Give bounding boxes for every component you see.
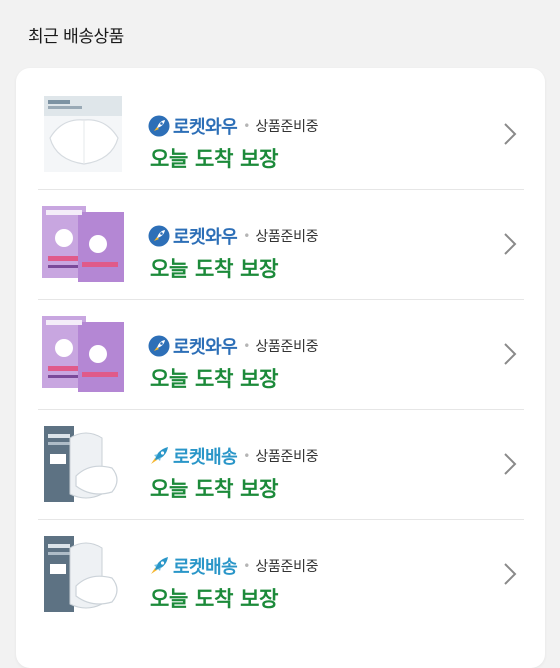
- chevron-right-icon[interactable]: [502, 231, 518, 257]
- rocket-wow-icon: [148, 225, 170, 247]
- rocket-delivery-icon: [151, 447, 168, 464]
- product-thumbnail: [42, 316, 124, 392]
- rocket-wow-icon: [148, 115, 170, 137]
- delivery-badge: 로켓배송 • 상품준비중: [148, 444, 319, 468]
- chevron-right-icon[interactable]: [502, 451, 518, 477]
- rocket-delivery-icon: [151, 557, 168, 574]
- badge-label: 로켓와우: [173, 337, 238, 357]
- delivery-item[interactable]: 로켓배송 • 상품준비중 오늘 도착 보장: [38, 520, 524, 630]
- separator-dot: •: [243, 449, 251, 463]
- delivery-item[interactable]: 로켓배송 • 상품준비중 오늘 도착 보장: [38, 410, 524, 520]
- delivery-item[interactable]: 로켓와우 • 상품준비중 오늘 도착 보장: [38, 80, 524, 190]
- delivery-badge: 로켓와우 • 상품준비중: [148, 334, 319, 358]
- status-text: 상품준비중: [255, 339, 319, 355]
- status-text: 상품준비중: [255, 119, 319, 135]
- delivery-badge: 로켓배송 • 상품준비중: [148, 554, 319, 578]
- status-text: 상품준비중: [255, 449, 319, 465]
- product-thumbnail: [44, 536, 118, 612]
- delivery-guarantee: 오늘 도착 보장: [150, 147, 279, 171]
- delivery-badge: 로켓와우 • 상품준비중: [148, 224, 319, 248]
- separator-dot: •: [243, 119, 251, 133]
- delivery-item[interactable]: 로켓와우 • 상품준비중 오늘 도착 보장: [38, 190, 524, 300]
- chevron-right-icon[interactable]: [502, 341, 518, 367]
- delivery-guarantee: 오늘 도착 보장: [150, 477, 279, 501]
- product-thumbnail: [44, 96, 122, 172]
- section-title: 최근 배송상품: [28, 27, 124, 47]
- rocket-wow-icon: [148, 335, 170, 357]
- chevron-right-icon[interactable]: [502, 561, 518, 587]
- separator-dot: •: [243, 339, 251, 353]
- delivery-badge: 로켓와우 • 상품준비중: [148, 114, 319, 138]
- chevron-right-icon[interactable]: [502, 121, 518, 147]
- separator-dot: •: [243, 229, 251, 243]
- recent-delivery-list: 로켓와우 • 상품준비중 오늘 도착 보장 로켓와우 • 상품준비중 오늘 도착…: [16, 68, 545, 668]
- badge-label: 로켓배송: [173, 557, 238, 577]
- badge-label: 로켓배송: [173, 447, 238, 467]
- badge-label: 로켓와우: [173, 227, 238, 247]
- badge-label: 로켓와우: [173, 117, 238, 137]
- delivery-item[interactable]: 로켓와우 • 상품준비중 오늘 도착 보장: [38, 300, 524, 410]
- separator-dot: •: [243, 559, 251, 573]
- delivery-guarantee: 오늘 도착 보장: [150, 367, 279, 391]
- product-thumbnail: [44, 426, 118, 502]
- delivery-guarantee: 오늘 도착 보장: [150, 587, 279, 611]
- product-thumbnail: [42, 206, 124, 282]
- status-text: 상품준비중: [255, 229, 319, 245]
- status-text: 상품준비중: [255, 559, 319, 575]
- delivery-guarantee: 오늘 도착 보장: [150, 257, 279, 281]
